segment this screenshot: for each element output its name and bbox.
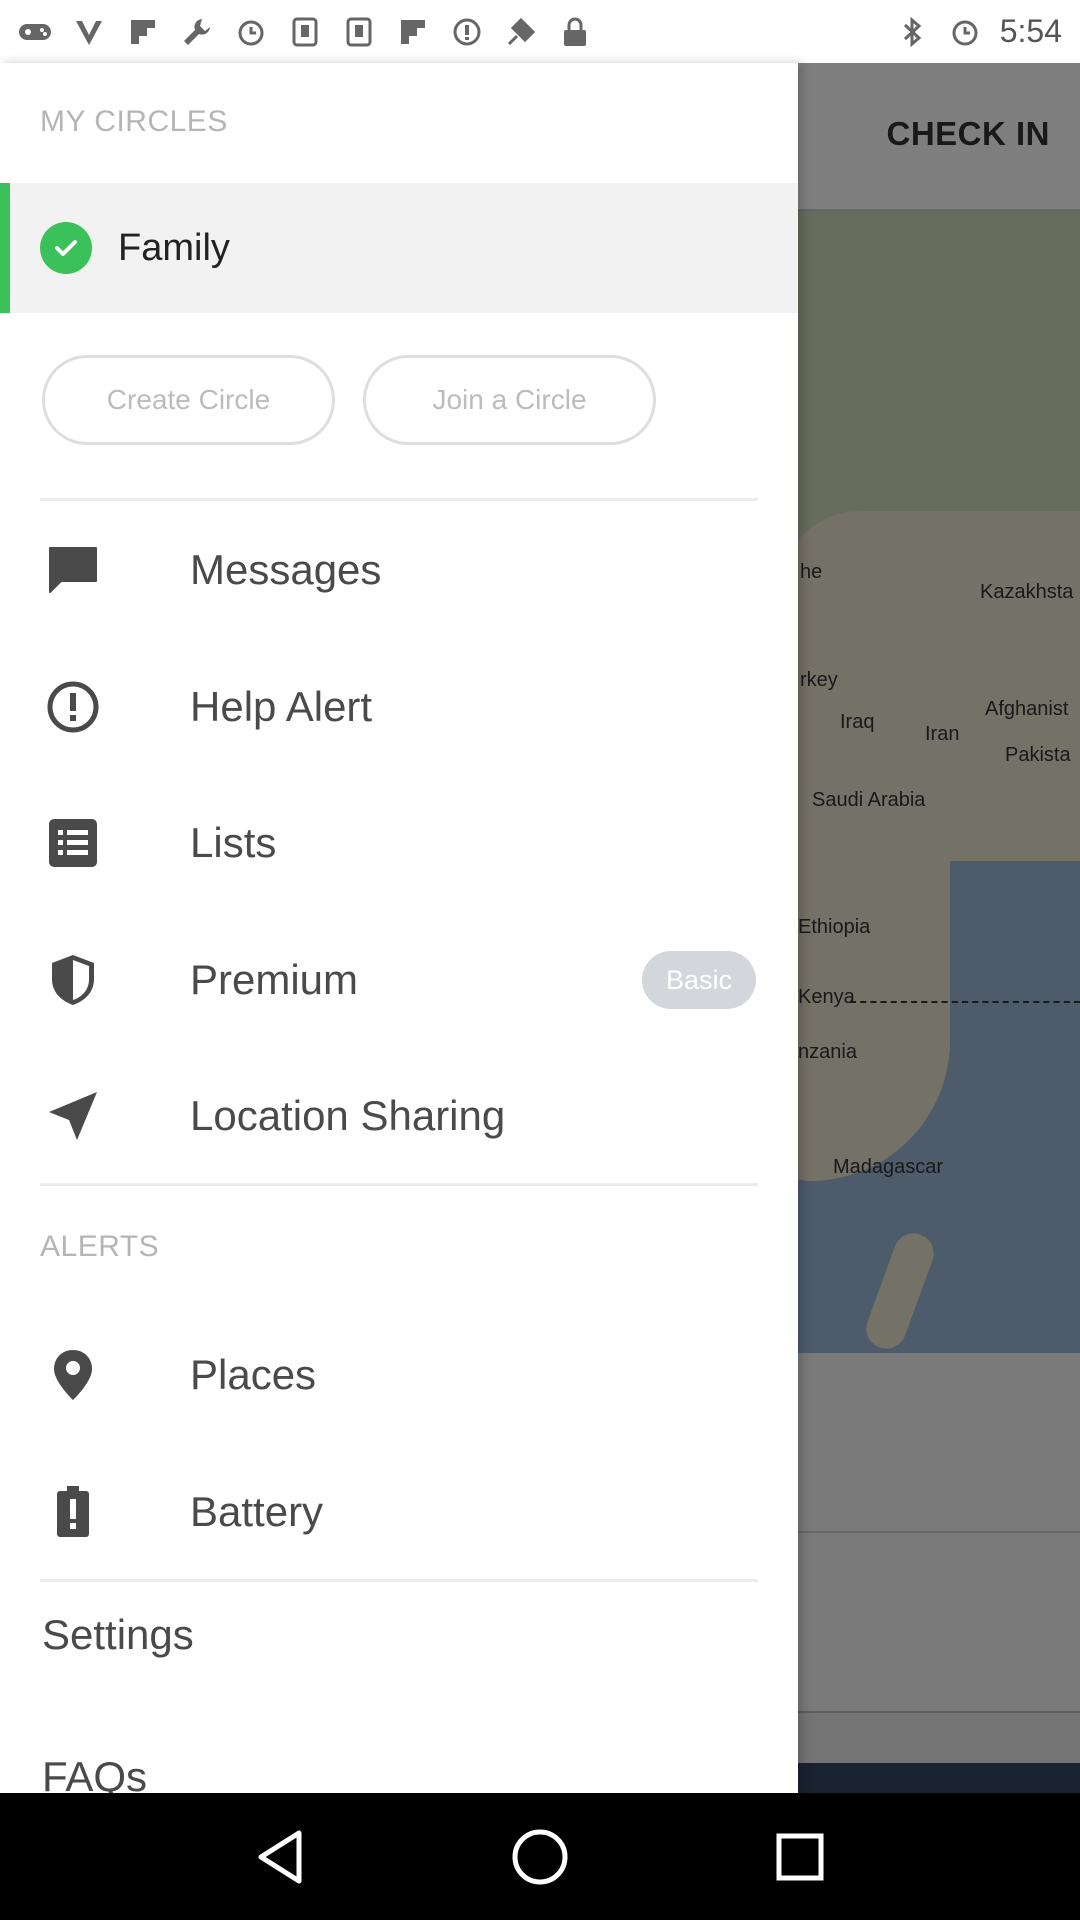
navigation-drawer: MY CIRCLES Family Create Circle Join a C…: [0, 63, 798, 1793]
system-icons: 5:54: [896, 13, 1062, 50]
divider: [40, 1579, 758, 1582]
check-circle-icon: [40, 222, 92, 274]
menu-label: Help Alert: [190, 683, 373, 730]
menu-item-help-alert[interactable]: Help Alert: [0, 652, 798, 762]
notification-icons: [18, 15, 592, 49]
gamepad-icon: [18, 15, 52, 49]
flipboard-icon: [126, 15, 160, 49]
settings-link[interactable]: Settings: [42, 1611, 194, 1659]
faqs-link[interactable]: FAQs: [42, 1753, 147, 1793]
recents-icon[interactable]: [765, 1822, 835, 1892]
menu-item-battery[interactable]: Battery: [0, 1457, 798, 1567]
map-pin-icon: [46, 1348, 100, 1402]
lock-icon: [558, 15, 592, 49]
back-icon[interactable]: [245, 1822, 315, 1892]
alarm-icon: [234, 15, 268, 49]
divider: [40, 498, 758, 501]
battery-alert-icon: [46, 1485, 100, 1539]
fake-gps-icon: [504, 15, 538, 49]
wrench-icon: [180, 15, 214, 49]
sim-icon: [288, 15, 322, 49]
home-icon[interactable]: [505, 1822, 575, 1892]
clock-time: 5:54: [999, 13, 1062, 49]
menu-item-places[interactable]: Places: [0, 1320, 798, 1430]
system-navigation-bar: [0, 1793, 1080, 1920]
menu-label: Premium: [190, 956, 359, 1003]
info-icon: [450, 15, 484, 49]
shield-icon: [46, 953, 100, 1007]
menu-label: Messages: [190, 546, 382, 593]
navigation-arrow-icon: [46, 1089, 100, 1143]
list-icon: [46, 816, 100, 870]
alarm-clock-icon: [948, 15, 982, 49]
menu-item-lists[interactable]: Lists: [0, 788, 798, 898]
chat-icon: [46, 543, 100, 597]
menu-item-premium[interactable]: Premium Basic: [0, 925, 798, 1035]
create-circle-button[interactable]: Create Circle: [42, 355, 335, 445]
circle-name: Family: [118, 226, 230, 269]
menu-label: Places: [190, 1351, 317, 1398]
circle-item-family[interactable]: Family: [0, 183, 798, 313]
sim-icon-2: [342, 15, 376, 49]
plan-badge: Basic: [642, 951, 756, 1009]
menu-label: Location Sharing: [190, 1092, 506, 1139]
menu-item-location-sharing[interactable]: Location Sharing: [0, 1061, 798, 1171]
menu-label: Lists: [190, 819, 277, 866]
menu-label: Battery: [190, 1488, 324, 1535]
my-circles-header: MY CIRCLES: [40, 105, 228, 138]
status-bar: 5:54: [0, 0, 1080, 63]
join-circle-button[interactable]: Join a Circle: [363, 355, 656, 445]
alert-icon: [46, 680, 100, 734]
bluetooth-icon: [896, 15, 930, 49]
alerts-header: ALERTS: [40, 1230, 160, 1263]
flipboard-icon-2: [396, 15, 430, 49]
vpn-icon: [72, 15, 106, 49]
menu-item-messages[interactable]: Messages: [0, 515, 798, 625]
divider: [40, 1183, 758, 1186]
